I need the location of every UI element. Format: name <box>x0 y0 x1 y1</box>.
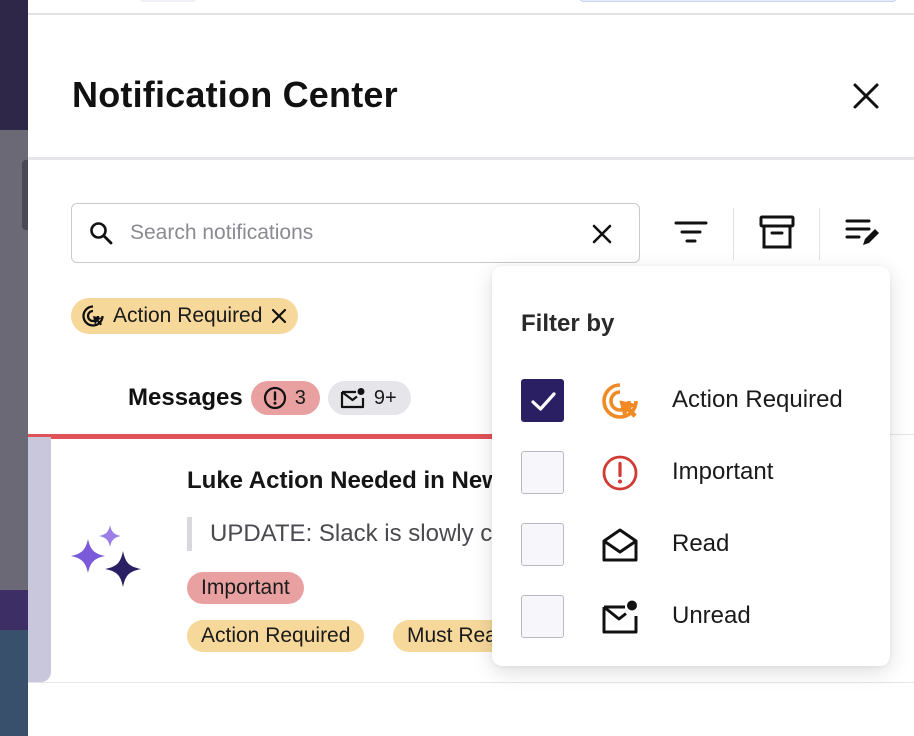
tab-messages-label: Messages <box>128 384 243 411</box>
notification-status-rail <box>28 437 51 682</box>
edit-list-icon <box>845 219 879 245</box>
notification-preview: UPDATE: Slack is slowly coming back <box>187 517 498 551</box>
archive-button[interactable] <box>755 210 799 254</box>
filter-option-label: Action Required <box>672 386 843 413</box>
panel-header: Notification Center <box>28 16 914 160</box>
unread-envelope-icon <box>602 600 638 634</box>
active-filter-label: Action Required <box>113 304 263 327</box>
open-envelope-icon <box>602 528 638 562</box>
filter-option-action-required[interactable]: Action Required <box>521 379 871 423</box>
checkbox-important[interactable] <box>521 451 564 494</box>
filter-button[interactable] <box>669 210 713 254</box>
panel-title: Notification Center <box>72 74 398 115</box>
background-header-block <box>0 0 28 130</box>
filter-option-read[interactable]: Read <box>521 523 871 567</box>
filter-dropdown: Filter by Action Required Important Read <box>492 266 890 666</box>
remove-filter-icon[interactable] <box>270 307 288 325</box>
filter-option-label: Unread <box>672 602 751 629</box>
search-field[interactable] <box>71 203 640 263</box>
unread-count: 9+ <box>373 386 397 409</box>
search-input[interactable] <box>130 214 570 252</box>
important-count-badge: 3 <box>250 381 320 415</box>
target-cursor-icon <box>82 305 104 327</box>
unread-envelope-icon <box>340 388 365 409</box>
background-footer-block <box>0 630 28 736</box>
background-pill <box>138 0 198 2</box>
filter-option-important[interactable]: Important <box>521 451 871 495</box>
checkbox-read[interactable] <box>521 523 564 566</box>
target-cursor-icon <box>602 383 638 419</box>
unread-count-badge: 9+ <box>327 381 411 415</box>
tag-action-required: Action Required <box>187 620 365 652</box>
close-icon <box>853 83 879 109</box>
alert-circle-icon <box>263 386 286 410</box>
sparkles-icon <box>71 525 141 587</box>
background-highlight <box>0 590 28 630</box>
check-icon <box>531 392 556 411</box>
alert-circle-icon <box>602 455 638 491</box>
active-filter-chip[interactable]: Action Required <box>71 298 299 334</box>
clear-search-icon[interactable] <box>588 220 616 248</box>
filter-icon <box>674 221 708 243</box>
checkbox-unread[interactable] <box>521 595 564 638</box>
search-icon <box>90 222 113 245</box>
background-search-pill <box>578 0 898 2</box>
toolbar-divider <box>819 208 820 260</box>
tag-important: Important <box>187 572 304 604</box>
background-top-bar <box>28 0 914 15</box>
mark-all-button[interactable] <box>841 210 885 254</box>
notification-title: Luke Action Needed in New <box>187 467 497 494</box>
important-count: 3 <box>294 386 306 409</box>
toolbar-divider <box>733 208 734 260</box>
background-page-edge <box>0 0 28 736</box>
filter-option-label: Important <box>672 458 774 485</box>
filter-option-unread[interactable]: Unread <box>521 595 871 639</box>
checkbox-action-required[interactable] <box>521 379 564 422</box>
archive-icon <box>759 215 795 249</box>
filter-title: Filter by <box>521 310 615 337</box>
close-button[interactable] <box>846 78 886 114</box>
tab-messages[interactable]: Messages 3 9+ <box>128 380 419 416</box>
filter-option-label: Read <box>672 530 730 557</box>
